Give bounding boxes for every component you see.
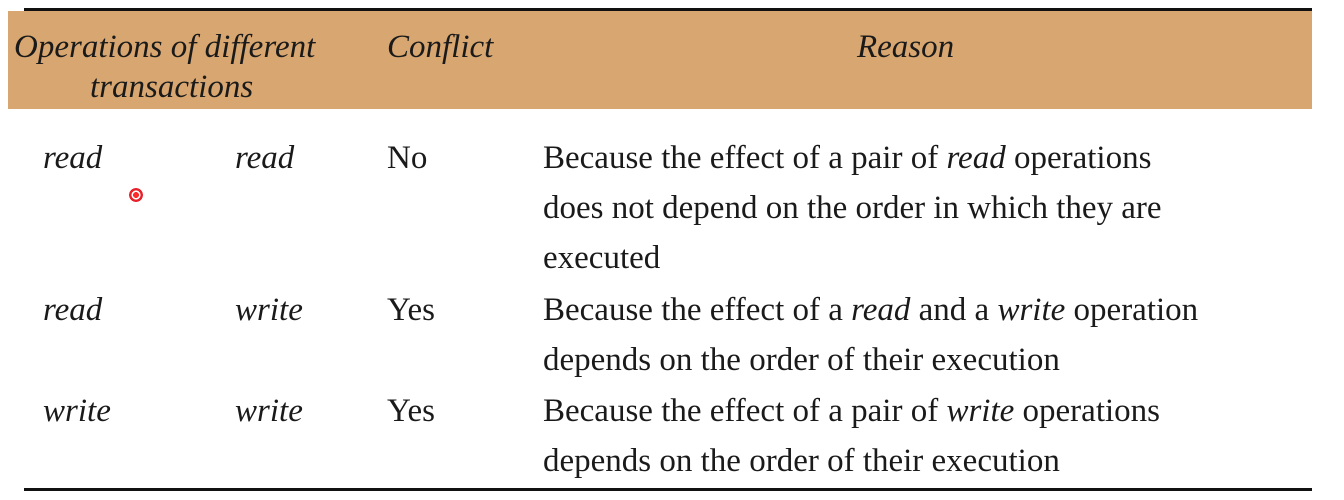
reason-emphasis: read <box>851 292 911 328</box>
reason-text: Because the effect of a <box>543 292 852 328</box>
row-conflict: Yes <box>387 393 436 429</box>
row-conflict: No <box>387 140 428 176</box>
row-conflict: Yes <box>387 292 436 328</box>
reason-line: Because the effect of a pair of read ope… <box>543 133 1333 183</box>
reason-text: and a <box>910 292 998 328</box>
row-op1: read <box>43 140 103 176</box>
row-op1: write <box>43 393 111 429</box>
reason-text: operations <box>1005 140 1152 176</box>
reason-line: Because the effect of a read and a write… <box>543 285 1333 335</box>
row-reason: Because the effect of a pair of write op… <box>543 386 1333 486</box>
table-bottom-rule <box>24 488 1312 491</box>
reason-text: Because the effect of a pair of <box>543 393 947 429</box>
header-reason: Reason <box>857 29 955 65</box>
reason-line: does not depend on the order in which th… <box>543 190 1162 226</box>
row-op2: write <box>235 292 303 328</box>
header-operations: Operations of different <box>14 29 316 65</box>
header-operations-continued: transactions <box>90 69 254 105</box>
row-op2: write <box>235 393 303 429</box>
reason-emphasis: write <box>946 393 1015 429</box>
row-op2: read <box>235 140 295 176</box>
header-conflict: Conflict <box>387 29 494 65</box>
reason-text: operation <box>1065 292 1199 328</box>
row-reason: Because the effect of a read and a write… <box>543 285 1333 385</box>
reason-text: Because the effect of a pair of <box>543 140 947 176</box>
reason-text: operations <box>1014 393 1160 429</box>
pointer-dot-icon <box>129 188 143 202</box>
reason-line: depends on the order of their execution <box>543 342 1060 378</box>
reason-line: depends on the order of their execution <box>543 443 1060 479</box>
reason-emphasis: read <box>946 140 1006 176</box>
reason-line: Because the effect of a pair of write op… <box>543 386 1333 436</box>
row-op1: read <box>43 292 103 328</box>
reason-line: executed <box>543 240 661 276</box>
reason-emphasis: write <box>997 292 1066 328</box>
row-reason: Because the effect of a pair of read ope… <box>543 133 1333 283</box>
